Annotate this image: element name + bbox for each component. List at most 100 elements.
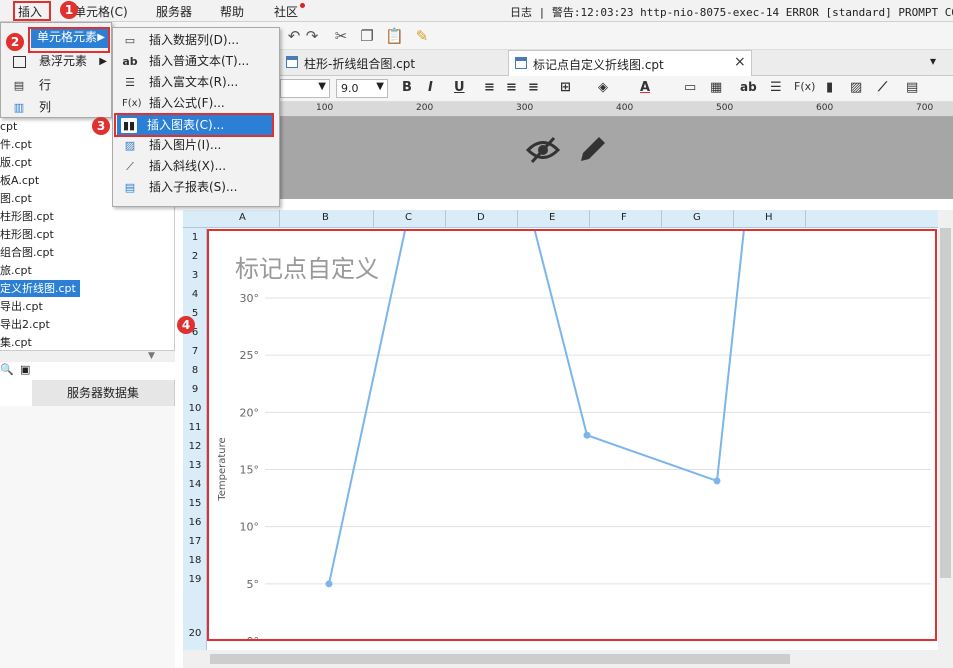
template-file-item[interactable]: 件.cpt bbox=[0, 136, 32, 153]
font-family-select[interactable]: ▼ bbox=[280, 79, 330, 98]
menu-item-insert-data-column[interactable]: ▭ 插入数据列(D)... bbox=[113, 30, 279, 51]
bold-icon[interactable]: B bbox=[402, 80, 412, 95]
template-file-item[interactable]: 组合图.cpt bbox=[0, 244, 54, 261]
row-label[interactable]: 9 bbox=[183, 384, 207, 395]
column-divider[interactable] bbox=[279, 210, 280, 228]
horizontal-scroll-thumb[interactable] bbox=[210, 654, 790, 664]
rich-text-icon[interactable]: ☰ bbox=[770, 80, 782, 95]
column-divider[interactable] bbox=[589, 210, 590, 228]
align-center-icon[interactable]: ≡ bbox=[506, 80, 517, 95]
close-tab-icon[interactable]: × bbox=[734, 54, 746, 70]
preview-dataset-icon[interactable]: ▣ bbox=[20, 363, 30, 376]
collapse-arrow-icon[interactable]: ▼ bbox=[148, 351, 155, 361]
menu-item-float-element[interactable]: 悬浮元素 ▶ bbox=[1, 51, 111, 72]
table-icon[interactable]: ▦ bbox=[710, 80, 722, 95]
menu-item-insert-text[interactable]: ab 插入普通文本(T)... bbox=[113, 51, 279, 72]
tab-combo-chart[interactable]: 柱形-折线组合图.cpt bbox=[280, 50, 423, 76]
formula-icon[interactable]: F(x) bbox=[794, 80, 815, 93]
row-label[interactable]: 4 bbox=[183, 289, 207, 300]
merge-cell-icon[interactable]: ▭ bbox=[684, 80, 696, 95]
template-file-item[interactable]: 柱形图.cpt bbox=[0, 226, 54, 243]
tab-menu-icon[interactable]: ▾ bbox=[930, 54, 936, 68]
template-file-item[interactable]: 集.cpt bbox=[0, 334, 32, 351]
column-label[interactable]: E bbox=[549, 212, 555, 223]
tab-server-dataset[interactable]: 服务器数据集 bbox=[32, 380, 174, 406]
column-label[interactable]: F bbox=[621, 212, 627, 223]
row-label[interactable]: 2 bbox=[183, 251, 207, 262]
row-label[interactable]: 7 bbox=[183, 346, 207, 357]
align-left-icon[interactable]: ≡ bbox=[484, 80, 495, 95]
status-log-text[interactable]: 日志 | 警告:12:03:23 http-nio-8075-exec-14 E… bbox=[510, 4, 953, 20]
template-file-item[interactable]: 导出.cpt bbox=[0, 298, 43, 315]
fill-color-icon[interactable]: ◈ bbox=[598, 80, 608, 95]
panel-splitter[interactable]: ▼ bbox=[0, 350, 175, 362]
menu-item-insert-rich-text[interactable]: ☰ 插入富文本(R)... bbox=[113, 72, 279, 93]
row-label[interactable]: 12 bbox=[183, 441, 207, 452]
column-label[interactable]: H bbox=[765, 212, 773, 223]
cut-icon[interactable]: ✂ bbox=[332, 27, 350, 45]
image-icon[interactable]: ▨ bbox=[850, 80, 862, 95]
column-label[interactable]: B bbox=[322, 212, 329, 223]
row-label[interactable]: 8 bbox=[183, 365, 207, 376]
column-divider[interactable] bbox=[373, 210, 374, 228]
column-divider[interactable] bbox=[805, 210, 806, 228]
row-label[interactable]: 16 bbox=[183, 517, 207, 528]
column-divider[interactable] bbox=[445, 210, 446, 228]
redo-icon[interactable]: ↷ bbox=[303, 27, 321, 45]
column-label[interactable]: G bbox=[693, 212, 701, 223]
chart-icon[interactable]: ▮ bbox=[826, 80, 833, 95]
column-label[interactable]: C bbox=[405, 212, 412, 223]
template-file-item[interactable]: 版.cpt bbox=[0, 154, 32, 171]
row-label[interactable]: 10 bbox=[183, 403, 207, 414]
font-color-icon[interactable]: A bbox=[640, 80, 650, 95]
row-label[interactable]: 20 bbox=[183, 628, 207, 639]
slash-icon[interactable]: ⟋ bbox=[878, 80, 887, 95]
format-brush-icon[interactable]: ✎ bbox=[413, 27, 431, 45]
menu-cell[interactable]: 单元格(C) bbox=[74, 3, 128, 20]
paste-icon[interactable]: 📋 bbox=[385, 27, 404, 45]
menu-help[interactable]: 帮助 bbox=[220, 3, 244, 20]
menu-community[interactable]: 社区 bbox=[274, 3, 298, 20]
template-file-item[interactable]: 导出2.cpt bbox=[0, 316, 50, 333]
menu-item-insert-subreport[interactable]: ▤ 插入子报表(S)... bbox=[113, 177, 279, 198]
template-file-item[interactable]: cpt bbox=[0, 118, 17, 135]
edit-pencil-icon[interactable] bbox=[577, 133, 609, 165]
font-size-select[interactable]: 9.0 ▼ bbox=[336, 79, 388, 98]
row-label[interactable]: 1 bbox=[183, 232, 207, 243]
menu-item-row[interactable]: ▤ 行 bbox=[1, 75, 111, 96]
template-file-item[interactable]: 图.cpt bbox=[0, 190, 32, 207]
row-label[interactable]: 11 bbox=[183, 422, 207, 433]
italic-icon[interactable]: I bbox=[428, 80, 433, 95]
menu-item-insert-slash[interactable]: ⟋ 插入斜线(X)... bbox=[113, 156, 279, 177]
tab-custom-marker-line[interactable]: 标记点自定义折线图.cpt × bbox=[508, 50, 752, 76]
menu-item-insert-formula[interactable]: F(x) 插入公式(F)... bbox=[113, 93, 279, 114]
copy-icon[interactable]: ❐ bbox=[358, 27, 376, 45]
align-right-icon[interactable]: ≡ bbox=[528, 80, 539, 95]
row-label[interactable]: 14 bbox=[183, 479, 207, 490]
border-icon[interactable]: ⊞ bbox=[560, 80, 571, 95]
vertical-scroll-thumb[interactable] bbox=[940, 228, 951, 578]
column-label[interactable]: D bbox=[477, 212, 485, 223]
menu-item-column[interactable]: ▥ 列 bbox=[1, 97, 111, 118]
row-label[interactable]: 15 bbox=[183, 498, 207, 509]
line-chart-cell[interactable]: 标记点自定义 30°25°20°15°10°5°0°Temperature bbox=[207, 229, 937, 641]
undo-icon[interactable]: ↶ bbox=[285, 27, 303, 45]
column-divider[interactable] bbox=[661, 210, 662, 228]
column-divider[interactable] bbox=[517, 210, 518, 228]
column-divider[interactable] bbox=[733, 210, 734, 228]
underline-icon[interactable]: U bbox=[454, 80, 465, 95]
row-label[interactable]: 13 bbox=[183, 460, 207, 471]
row-label[interactable]: 17 bbox=[183, 536, 207, 547]
row-label[interactable]: 19 bbox=[183, 574, 207, 585]
template-file-item[interactable]: 旅.cpt bbox=[0, 262, 32, 279]
template-file-item[interactable]: 板A.cpt bbox=[0, 172, 39, 189]
row-label[interactable]: 3 bbox=[183, 270, 207, 281]
menu-server[interactable]: 服务器 bbox=[156, 3, 192, 20]
menu-item-insert-image[interactable]: ▨ 插入图片(I)... bbox=[113, 135, 279, 156]
template-file-item[interactable]: 定义折线图.cpt bbox=[0, 280, 80, 297]
hide-eye-icon[interactable] bbox=[526, 135, 560, 165]
column-label[interactable]: A bbox=[239, 212, 246, 223]
subreport-icon[interactable]: ▤ bbox=[906, 80, 918, 95]
text-icon[interactable]: ab bbox=[740, 80, 757, 94]
row-label[interactable]: 18 bbox=[183, 555, 207, 566]
